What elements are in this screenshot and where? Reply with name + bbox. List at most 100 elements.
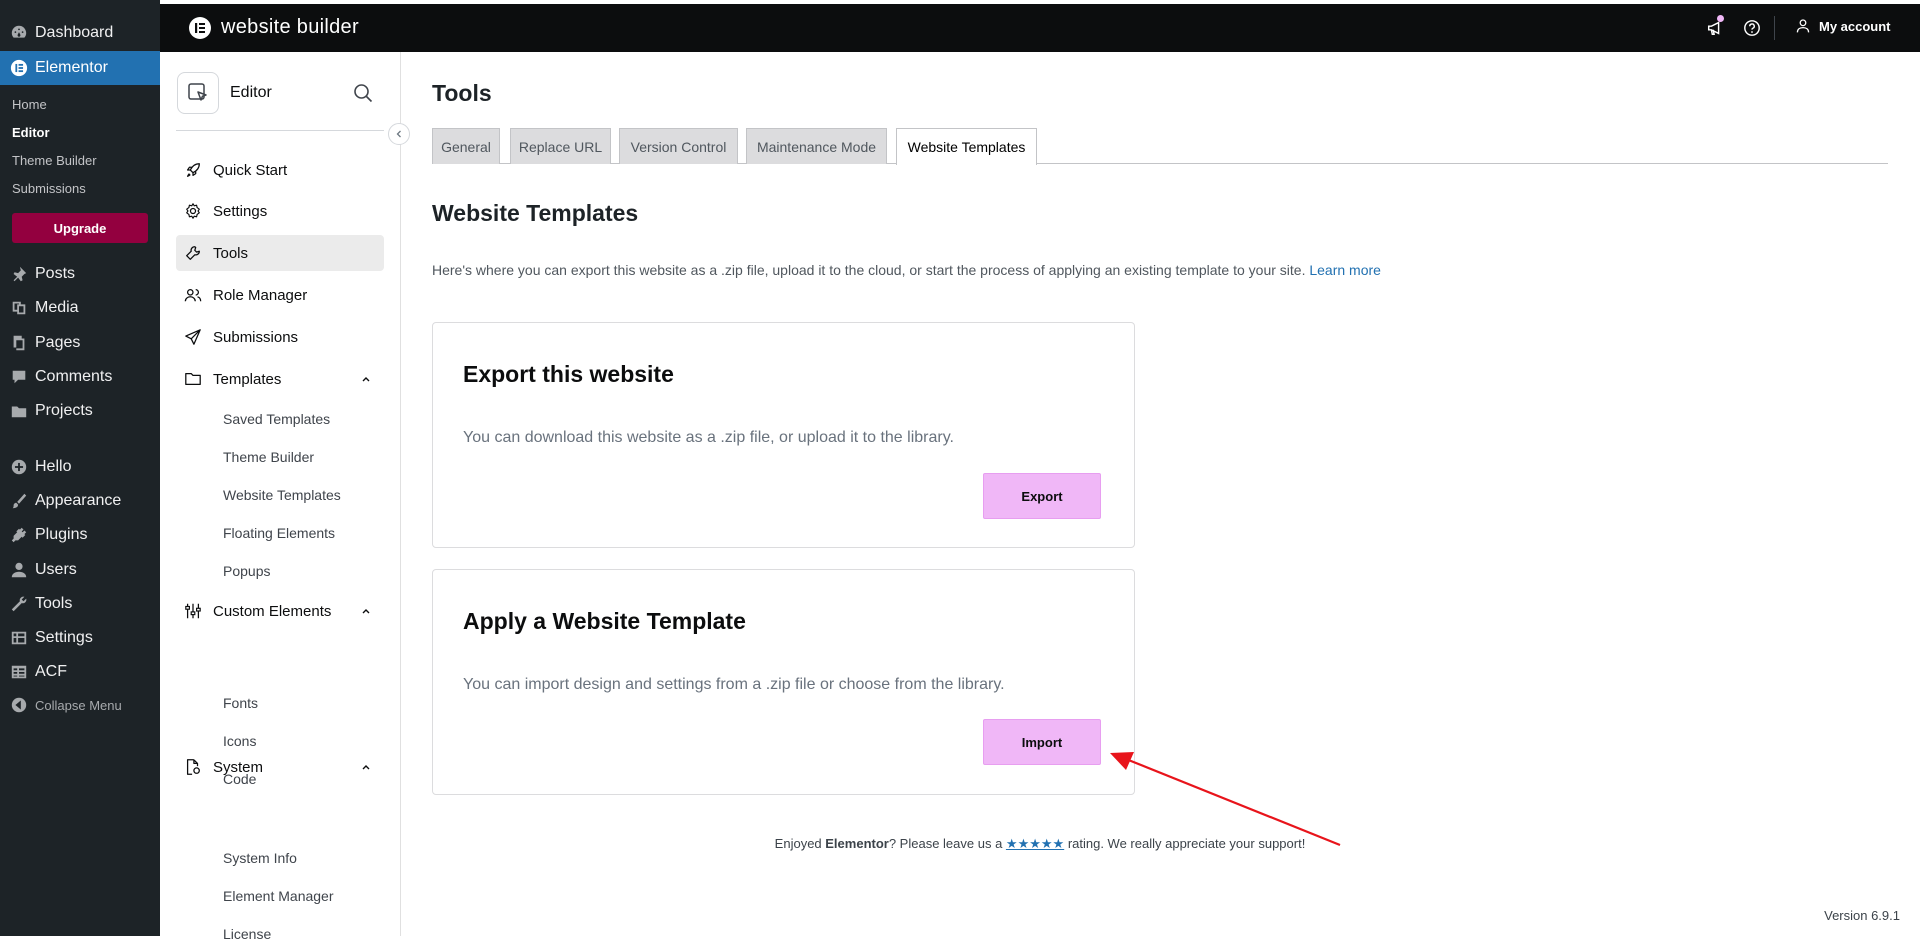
export-card-title: Export this website	[463, 361, 674, 387]
collapse-panel-button[interactable]	[388, 123, 410, 145]
editor-logo-icon	[177, 72, 219, 114]
users-icon	[184, 286, 202, 304]
user-icon	[9, 560, 29, 580]
user-icon	[1795, 18, 1811, 34]
export-button[interactable]: Export	[983, 473, 1101, 519]
panel-title: Editor	[230, 84, 272, 101]
wp-menu-settings[interactable]: Settings	[0, 621, 160, 655]
chevron-up-icon	[362, 377, 370, 382]
panel-sub-icons[interactable]: Icons	[223, 733, 256, 749]
panel-sub-floating-elements[interactable]: Floating Elements	[223, 525, 335, 541]
version-text: Version 6.9.1	[1824, 908, 1900, 923]
panel-sub-saved-templates[interactable]: Saved Templates	[223, 411, 330, 427]
panel-sub-license[interactable]: License	[223, 926, 271, 942]
page-title: Tools	[432, 80, 492, 106]
panel-divider	[176, 130, 384, 131]
wp-sub-submissions[interactable]: Submissions	[12, 181, 86, 196]
media-icon	[9, 298, 29, 318]
brush-icon	[9, 491, 29, 511]
panel-sub-popups[interactable]: Popups	[223, 563, 270, 579]
wp-menu-media[interactable]: Media	[0, 291, 160, 325]
tab-website-templates[interactable]: Website Templates	[896, 128, 1037, 165]
megaphone-icon[interactable]	[1705, 15, 1725, 38]
panel-item-submissions[interactable]: Submissions	[176, 319, 384, 355]
panel-item-role-manager[interactable]: Role Manager	[176, 277, 384, 313]
my-account-button[interactable]: My account	[1795, 18, 1891, 34]
collapse-icon	[9, 695, 29, 715]
export-card: Export this website You can download thi…	[432, 322, 1135, 548]
footer-rating-note: Enjoyed Elementor? Please leave us a ★★★…	[774, 836, 1306, 851]
collapse-menu-button[interactable]: Collapse Menu	[0, 688, 160, 722]
chevron-up-icon	[362, 609, 370, 614]
chevron-up-icon	[362, 765, 370, 770]
tab-version-control[interactable]: Version Control	[619, 128, 738, 164]
elementor-logo-icon	[189, 17, 211, 39]
panel-sub-theme-builder[interactable]: Theme Builder	[223, 449, 314, 465]
pages-icon	[9, 333, 29, 353]
wp-sub-theme-builder[interactable]: Theme Builder	[12, 153, 97, 168]
wp-menu-users[interactable]: Users	[0, 553, 160, 587]
pin-icon	[9, 264, 29, 284]
panel-group-templates[interactable]: Templates	[176, 361, 384, 397]
wp-menu-comments[interactable]: Comments	[0, 360, 160, 394]
section-title: Website Templates	[432, 200, 639, 226]
import-card: Apply a Website Template You can import …	[432, 569, 1135, 795]
wp-sub-home[interactable]: Home	[12, 97, 47, 112]
dashboard-icon	[9, 23, 29, 43]
panel-item-settings[interactable]: Settings	[176, 193, 384, 229]
sliders-icon	[184, 602, 202, 620]
top-bar: website builder My account	[160, 4, 1920, 52]
editor-panel: Editor Quick Start Settings Tools Role M…	[160, 52, 410, 942]
elementor-icon	[9, 58, 29, 78]
send-icon	[184, 328, 202, 346]
wrench-icon	[184, 244, 202, 262]
comment-icon	[9, 367, 29, 387]
panel-sub-system-info[interactable]: System Info	[223, 850, 297, 866]
panel-sub-website-templates[interactable]: Website Templates	[223, 487, 341, 503]
plug-icon	[9, 525, 29, 545]
import-button[interactable]: Import	[983, 719, 1101, 765]
panel-group-custom-elements[interactable]: Custom Elements	[176, 593, 384, 629]
system-file-icon	[184, 758, 202, 776]
tab-general[interactable]: General	[432, 128, 500, 164]
wp-menu-plugins[interactable]: Plugins	[0, 518, 160, 552]
wp-menu-acf[interactable]: ACF	[0, 655, 160, 689]
plus-circle-icon	[9, 457, 29, 477]
wp-menu-tools[interactable]: Tools	[0, 587, 160, 621]
wp-menu-posts[interactable]: Posts	[0, 257, 160, 291]
wp-sub-editor[interactable]: Editor	[12, 125, 50, 140]
tab-replace-url[interactable]: Replace URL	[510, 128, 611, 164]
search-icon[interactable]	[352, 82, 374, 104]
tab-maintenance-mode[interactable]: Maintenance Mode	[746, 128, 887, 164]
help-icon[interactable]	[1742, 18, 1762, 38]
export-card-text: You can download this website as a .zip …	[463, 429, 954, 446]
wp-menu-appearance[interactable]: Appearance	[0, 484, 160, 518]
chevron-left-icon	[396, 130, 401, 138]
folder-icon	[9, 401, 29, 421]
upgrade-button[interactable]: Upgrade	[12, 213, 148, 243]
topbar-divider	[1774, 16, 1775, 40]
intro-text: Here's where you can export this website…	[432, 262, 1381, 278]
folder-icon	[184, 370, 202, 388]
notification-dot	[1717, 15, 1724, 22]
site-title: website builder	[221, 16, 359, 38]
gear-icon	[184, 202, 202, 220]
rating-stars-link[interactable]: ★★★★★	[1006, 836, 1064, 851]
wp-menu-pages[interactable]: Pages	[0, 326, 160, 360]
tools-tabs: General Replace URL Version Control Main…	[432, 128, 1888, 165]
panel-group-system[interactable]: System	[176, 749, 384, 785]
wp-menu-elementor[interactable]: Elementor	[0, 51, 160, 85]
import-card-text: You can import design and settings from …	[463, 676, 1005, 693]
learn-more-link[interactable]: Learn more	[1309, 262, 1381, 278]
panel-sub-fonts[interactable]: Fonts	[223, 695, 258, 711]
import-card-title: Apply a Website Template	[463, 608, 746, 634]
wp-menu-projects[interactable]: Projects	[0, 394, 160, 428]
wp-menu-hello[interactable]: Hello	[0, 450, 160, 484]
wp-menu-dashboard[interactable]: Dashboard	[0, 16, 160, 50]
settings-icon	[9, 628, 29, 648]
panel-item-tools[interactable]: Tools	[176, 235, 384, 271]
table-icon	[9, 662, 29, 682]
wrench-icon	[9, 594, 29, 614]
panel-sub-element-manager[interactable]: Element Manager	[223, 888, 334, 904]
panel-item-quick-start[interactable]: Quick Start	[176, 152, 384, 188]
